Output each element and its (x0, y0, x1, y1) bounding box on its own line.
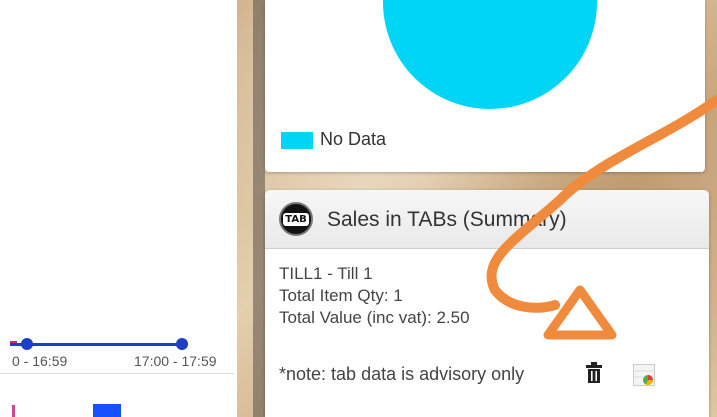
sales-in-tabs-card: TAB Sales in TABs (Summary) TILL1 - Till… (265, 190, 709, 417)
advisory-note: *note: tab data is advisory only (279, 364, 525, 384)
left-dashboard-panel: 0 - 16:59 17:00 - 17:59 (0, 0, 237, 417)
tab-logo-icon: TAB (279, 202, 313, 236)
total-item-qty: Total Item Qty: 1 (279, 286, 403, 305)
axis-divider (0, 373, 234, 374)
pie-chart-slice (383, 0, 597, 109)
timeline-label-left: 0 - 16:59 (12, 353, 68, 369)
chart-bar-blue (93, 404, 121, 417)
total-value: Total Value (inc vat): 2.50 (279, 308, 470, 327)
background-shadow-strip (253, 0, 265, 417)
timeline-handle-left[interactable] (21, 338, 33, 350)
legend-swatch (281, 132, 313, 149)
timeline-label-right: 17:00 - 17:59 (134, 353, 217, 369)
pie-chart-icon[interactable] (633, 364, 655, 386)
timeline-bar (10, 343, 182, 346)
legend-label: No Data (320, 129, 387, 149)
chart-bar-pink (12, 405, 15, 417)
tab-logo-text: TAB (283, 212, 309, 226)
trash-icon[interactable] (585, 362, 603, 384)
timeline-handle-right[interactable] (176, 338, 188, 350)
till-name: TILL1 - Till 1 (279, 264, 373, 283)
pie-chart-card: No Data (265, 0, 705, 172)
card-header: TAB Sales in TABs (Summary) (265, 190, 709, 249)
card-title: Sales in TABs (Summary) (327, 208, 567, 231)
